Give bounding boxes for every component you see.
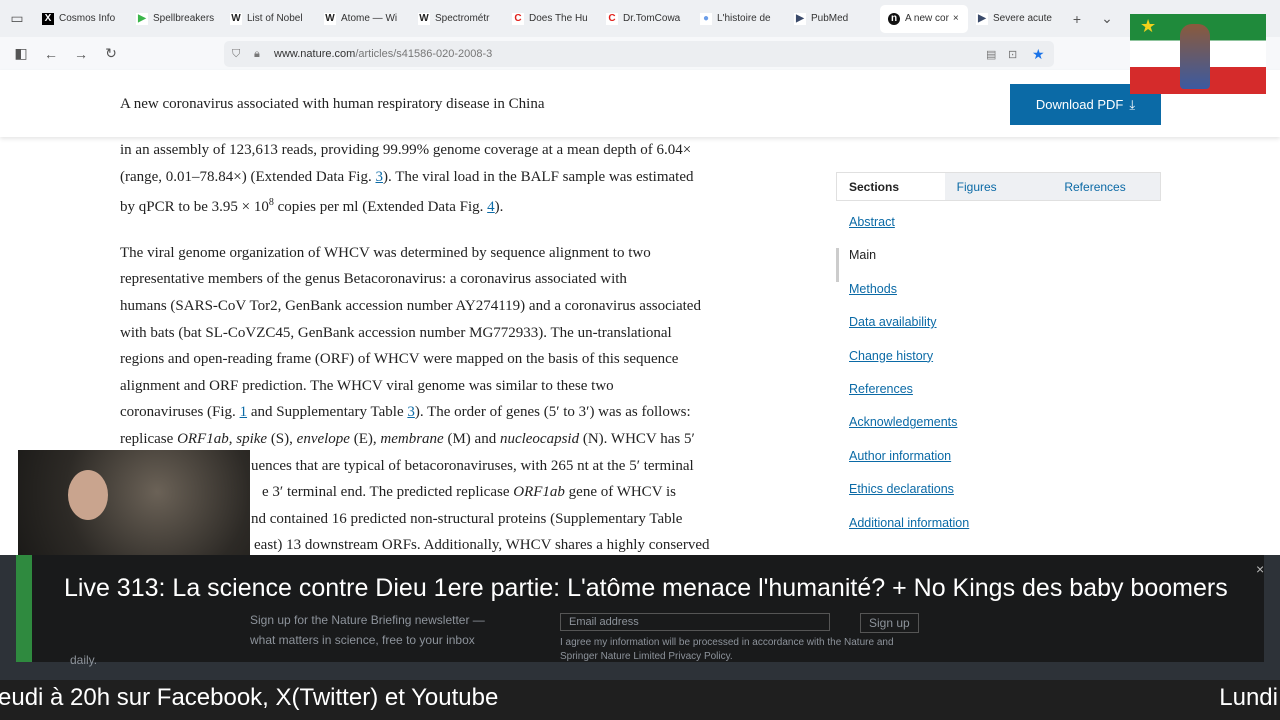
tab-figures[interactable]: Figures — [945, 173, 1053, 200]
tab-references[interactable]: References — [1052, 173, 1160, 200]
webcam-video — [18, 450, 250, 555]
sidebar-item-additional-information[interactable]: Additional information — [836, 516, 1161, 549]
tab-4[interactable]: W Spectrométr — [410, 5, 504, 33]
tab-label: Dr.TomCowa — [623, 13, 681, 24]
table-link[interactable]: 3 — [407, 404, 415, 420]
tab-label: Does The Hu — [529, 13, 588, 24]
play-logo-icon: ▶ — [136, 12, 148, 25]
sidebar-item-data-availability[interactable]: Data availability — [836, 315, 1161, 348]
tab-label: Cosmos Info — [59, 13, 116, 24]
tab-5[interactable]: C Does The Hu — [504, 5, 598, 33]
wikipedia-logo-icon: W — [230, 12, 242, 25]
tab-list-chevron-icon[interactable]: ⌄ — [1092, 10, 1122, 27]
fig-link[interactable]: 3 — [375, 169, 383, 185]
forward-button[interactable]: → — [66, 46, 96, 62]
tab-label: L'histoire de — [717, 13, 771, 24]
sidebar-toggle-icon[interactable]: ◧ — [6, 45, 36, 62]
wikipedia-logo-icon: W — [324, 12, 336, 25]
sidebar-item-ethics-declarations[interactable]: Ethics declarations — [836, 482, 1161, 515]
newsletter-text: what matters in science, free to your in… — [250, 633, 475, 647]
tab-1[interactable]: ▶ Spellbreakers — [128, 5, 222, 33]
figure-illustration — [1180, 24, 1210, 89]
news-ticker: eudi à 20h sur Facebook, X(Twitter) et Y… — [0, 680, 1280, 720]
pubmed-logo-icon: ▶ — [794, 12, 806, 25]
url-path: /articles/s41586-020-2008-3 — [355, 48, 493, 60]
sidebar-item-abstract[interactable]: Abstract — [836, 215, 1161, 248]
flag-logo-overlay: ★ — [1130, 14, 1266, 94]
tab-9[interactable]: n A new cor × — [880, 4, 968, 33]
back-button[interactable]: ← — [36, 46, 66, 62]
lock-icon: 🔒︎ — [254, 47, 260, 60]
tab-7[interactable]: ● L'histoire de — [692, 5, 786, 33]
reader-icon[interactable]: ▤ — [986, 48, 996, 61]
globe-logo-icon: ● — [700, 12, 712, 25]
tab-10[interactable]: ▶ Severe acute — [968, 5, 1062, 33]
sidebar-item-change-history[interactable]: Change history — [836, 349, 1161, 382]
tab-actions-icon[interactable]: ▭ — [0, 10, 34, 27]
bookmark-star-icon[interactable]: ★ — [1032, 46, 1045, 63]
tab-label: Spectrométr — [435, 13, 490, 24]
streamer-face — [68, 470, 108, 520]
sidebar-item-author-information[interactable]: Author information — [836, 449, 1161, 482]
wikipedia-logo-icon: W — [418, 12, 430, 25]
fig-link[interactable]: 1 — [240, 404, 248, 420]
page-title: A new coronavirus associated with human … — [120, 96, 545, 112]
tab-label: Spellbreakers — [153, 13, 215, 24]
consent-text: Springer Nature Limited Privacy Policy. — [560, 651, 733, 662]
reload-button[interactable]: ↻ — [96, 45, 126, 62]
tab-6[interactable]: C Dr.TomCowa — [598, 5, 692, 33]
c-logo-icon: C — [512, 12, 524, 25]
newsletter-text: daily. — [70, 653, 98, 667]
tab-label: Severe acute — [993, 13, 1052, 24]
ticker-text: Lundi — [1219, 684, 1278, 711]
download-icon: ⤓ — [1129, 96, 1136, 112]
url-domain: www.nature.com — [274, 48, 356, 60]
tab-8[interactable]: ▶ PubMed — [786, 5, 880, 33]
sign-up-button[interactable]: Sign up — [860, 613, 919, 633]
nature-logo-icon: n — [888, 12, 900, 25]
sidebar-item-acknowledgements[interactable]: Acknowledgements — [836, 415, 1161, 448]
close-tab-icon[interactable]: × — [953, 13, 959, 24]
tab-label: Atome — Wi — [341, 13, 398, 24]
newsletter-layer: Sign up for the Nature Briefing newslett… — [0, 555, 1280, 680]
address-bar[interactable]: ⛉ 🔒︎ www.nature.com/articles/s41586-020-… — [224, 41, 1054, 67]
tab-label: PubMed — [811, 13, 849, 24]
ticker-text: eudi à 20h sur Facebook, X(Twitter) et Y… — [0, 684, 499, 711]
x-logo-icon: X — [42, 12, 54, 25]
sidebar-item-references[interactable]: References — [836, 382, 1161, 415]
tab-bar: ▭ X Cosmos Info ▶ Spellbreakers W List of Nob… — [0, 0, 1280, 37]
tab-label: List of Nobel — [247, 13, 303, 24]
tab-2[interactable]: W List of Nobel — [222, 5, 316, 33]
newsletter-text: Sign up for the Nature Briefing newslett… — [250, 613, 485, 627]
new-tab-button[interactable]: + — [1062, 11, 1092, 27]
email-input[interactable]: Email address — [560, 613, 830, 631]
tab-3[interactable]: W Atome — Wi — [316, 5, 410, 33]
download-label: Download PDF — [1035, 97, 1124, 112]
sidebar-item-methods[interactable]: Methods — [836, 282, 1161, 315]
save-icon[interactable]: ⊡ — [1008, 48, 1017, 61]
consent-text: I agree my information will be processed… — [560, 637, 894, 648]
c-logo-icon: C — [606, 12, 618, 25]
tab-0[interactable]: X Cosmos Info — [34, 5, 128, 33]
article-header: A new coronavirus associated with human … — [0, 70, 1280, 137]
article-sidebar: Sections Figures References Abstract Main… — [836, 172, 1161, 549]
fig-link[interactable]: 4 — [487, 199, 495, 215]
paragraph: in an assembly of 123,613 reads, providi… — [120, 142, 694, 216]
sidebar-item-main[interactable]: Main — [836, 248, 1161, 282]
star-icon: ★ — [1140, 16, 1157, 36]
shield-icon: ⛉ — [232, 47, 241, 60]
pubmed-logo-icon: ▶ — [976, 12, 988, 25]
tab-sections[interactable]: Sections — [837, 173, 945, 200]
tab-label: A new cor — [905, 13, 949, 24]
